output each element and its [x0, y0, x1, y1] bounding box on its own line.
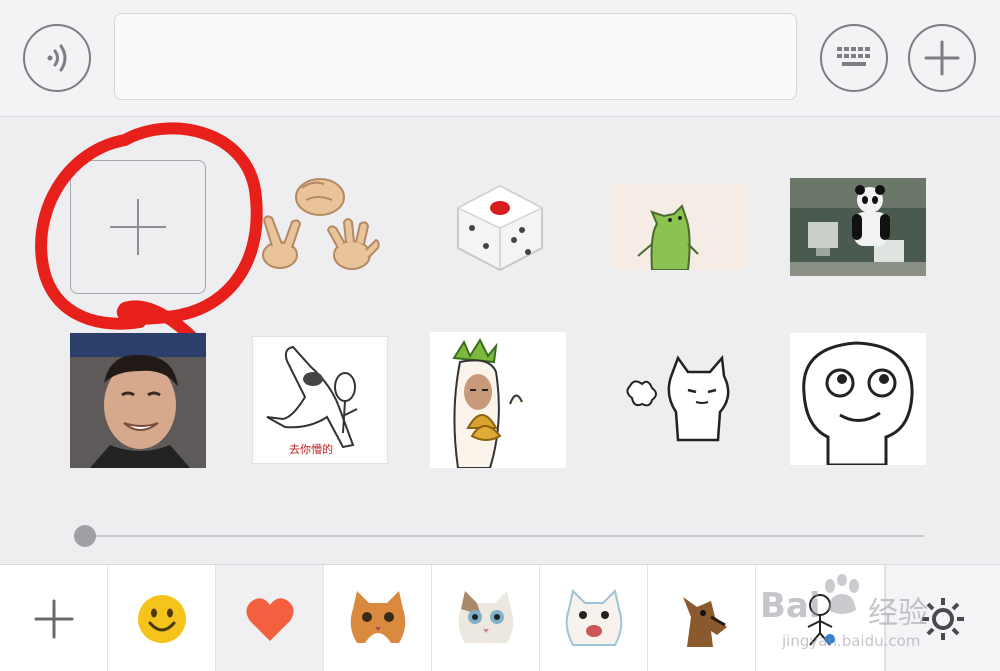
- cat-face-icon: [458, 590, 513, 643]
- plus-icon: [34, 599, 73, 638]
- plus-icon: [924, 40, 960, 76]
- sticker-radish-poop[interactable]: [430, 332, 566, 468]
- tab-add-pack[interactable]: [0, 565, 108, 671]
- dice-icon: [456, 184, 544, 272]
- smiling-blob-image: [802, 341, 914, 465]
- cat-face-icon: [565, 588, 622, 646]
- sticker-smiling-blob[interactable]: [790, 333, 926, 465]
- keyboard-icon: [837, 47, 870, 66]
- add-sticker-button[interactable]: [70, 160, 206, 294]
- smiley-emoji-icon: [137, 594, 186, 643]
- sticker-dice[interactable]: [450, 180, 550, 275]
- sticker-panda-office[interactable]: [790, 178, 926, 276]
- radish-poop-image: [452, 337, 523, 468]
- tab-cartoon-pack[interactable]: [756, 565, 885, 671]
- page-slider-thumb[interactable]: [74, 525, 96, 547]
- more-button[interactable]: [908, 24, 976, 92]
- page-slider-track[interactable]: [84, 535, 924, 537]
- input-bar: [0, 0, 1000, 117]
- sticker-crane-meme[interactable]: 去你懵的: [252, 336, 388, 464]
- tab-favorites[interactable]: [216, 565, 324, 671]
- tab-cat-pack-3[interactable]: [540, 565, 648, 671]
- cartoon-character-icon: [807, 593, 835, 646]
- cat-sigh-image: [626, 355, 730, 442]
- message-input[interactable]: [114, 13, 797, 100]
- gear-icon: [922, 597, 964, 640]
- voice-button[interactable]: [23, 24, 91, 92]
- sticker-laughing-man[interactable]: [70, 333, 206, 468]
- dog-icon: [682, 596, 727, 647]
- laughing-man-image: [70, 333, 206, 468]
- sticker-settings-button[interactable]: [885, 565, 1000, 671]
- plus-icon: [110, 199, 166, 255]
- keyboard-button[interactable]: [820, 24, 888, 92]
- heart-icon: [245, 597, 294, 641]
- panda-office-image: [790, 178, 926, 276]
- sticker-rock-paper-scissors[interactable]: [252, 170, 382, 280]
- sticker-cat-sigh[interactable]: [612, 350, 748, 450]
- rock-paper-scissors-icon: [262, 178, 380, 270]
- cat-face-icon: [350, 590, 405, 643]
- tab-cat-pack-1[interactable]: [324, 565, 432, 671]
- tab-emoji[interactable]: [108, 565, 216, 671]
- crane-meme-caption: 去你懵的: [289, 443, 333, 456]
- voice-wave-icon: [47, 44, 67, 72]
- sticker-tabbar: [0, 564, 1000, 671]
- frog-icon: [637, 204, 699, 270]
- sticker-green-frog[interactable]: [612, 184, 747, 270]
- tab-cat-pack-2[interactable]: [432, 565, 540, 671]
- tab-dog-pack[interactable]: [648, 565, 756, 671]
